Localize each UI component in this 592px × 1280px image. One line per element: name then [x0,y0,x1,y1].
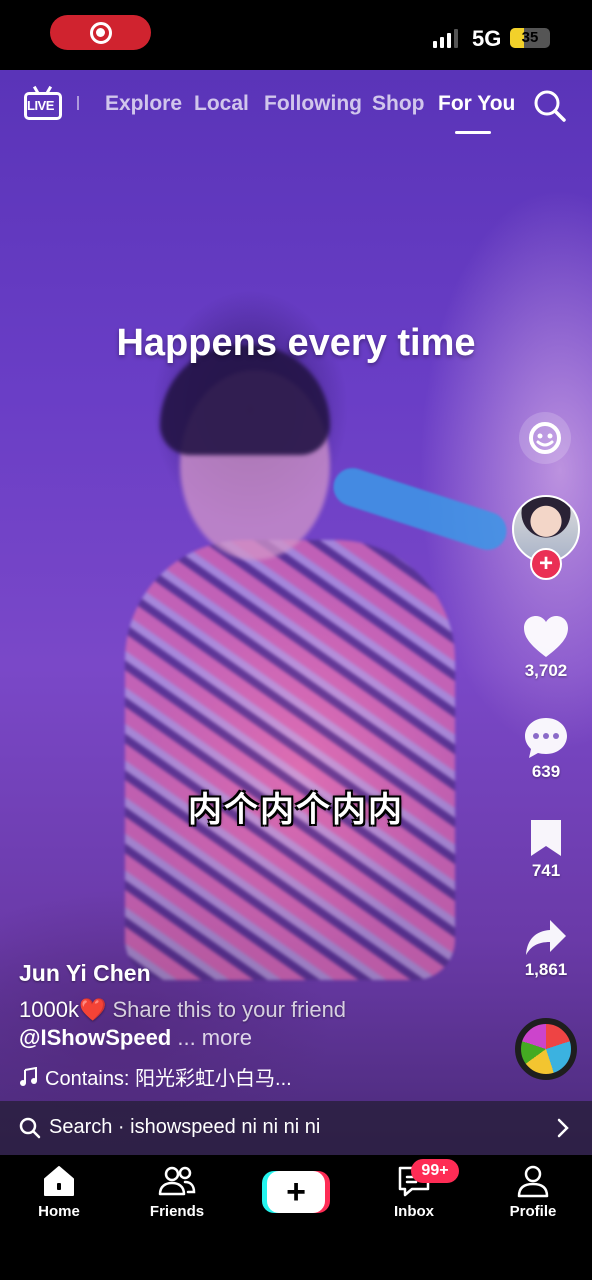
friends-icon [158,1166,196,1196]
tab-shop[interactable]: Shop [372,92,425,116]
create-button[interactable]: + [262,1171,330,1213]
comment-count: 639 [531,762,561,781]
tab-following[interactable]: Following [264,92,362,116]
status-bar: 5G 35 [0,0,592,70]
top-navigation: LIVE Explore Local Following Shop For Yo… [0,70,592,140]
like-count: 3,702 [524,661,568,680]
tab-home[interactable]: Home [4,1163,114,1220]
tab-explore[interactable]: Explore [105,92,182,116]
network-type: 5G [472,26,502,51]
save-button[interactable]: 741 [516,817,576,881]
battery-percent: 35 [521,29,539,46]
search-icon[interactable] [532,88,568,124]
friends-label: Friends [149,1203,205,1220]
save-count: 741 [531,861,561,880]
author-name[interactable]: Jun Yi Chen [19,960,151,987]
plus-icon: + [267,1171,325,1213]
search-suggestion-text: Search · ishowspeed ni ni ni ni [49,1116,321,1138]
profile-label: Profile [509,1203,557,1220]
record-icon [89,21,112,44]
search-small-icon [19,1117,41,1139]
home-label: Home [38,1203,80,1220]
sound-label: Contains: 阳光彩虹小白马... [45,1068,292,1090]
share-button[interactable]: 1,861 [516,918,576,980]
active-tab-indicator [455,131,491,134]
live-icon[interactable]: LIVE [24,85,62,122]
mention-link[interactable]: @IShowSpeed [19,1025,171,1050]
comment-icon [525,718,567,758]
tab-friends[interactable]: Friends [122,1163,232,1220]
video-overlay-title: Happens every time [116,322,476,364]
share-count: 1,861 [524,960,568,979]
share-arrow-icon [526,920,566,955]
like-button[interactable]: 3,702 [516,615,576,681]
bottom-tab-bar: Home Friends + Inbox 99+ Profile [0,1155,592,1280]
more-link[interactable]: ... more [171,1025,252,1050]
music-note-icon [20,1066,37,1086]
inbox-badge: 99+ [411,1159,459,1183]
chevron-right-icon [557,1118,569,1138]
video-subtitle: 内个内个内内 [188,790,404,830]
music-disc-icon[interactable] [515,1018,577,1080]
video-player[interactable] [0,70,592,1155]
follow-button[interactable]: + [530,548,562,580]
home-icon [44,1166,74,1196]
tab-local[interactable]: Local [194,92,249,116]
heart-emoji-icon: ❤️ [78,997,107,1022]
caption-text: Share this to your friend [106,997,347,1022]
comment-button[interactable]: 639 [516,716,576,782]
sound-info[interactable]: Contains: 阳光彩虹小白马... [19,1062,292,1091]
tab-for-you[interactable]: For You [438,92,515,116]
caption-count: 1000k [19,997,79,1022]
battery-icon: 35 [510,28,550,48]
bookmark-icon [531,820,561,856]
emoji-reaction-button[interactable] [519,412,571,464]
signal-strength-icon [433,28,458,48]
caption-mention-line: @IShowSpeed ... more [19,1025,252,1051]
tab-profile[interactable]: Profile [478,1163,588,1220]
inbox-label: Inbox [394,1203,434,1220]
post-caption[interactable]: 1000k❤️ Share this to your friend [19,997,346,1023]
profile-icon [517,1165,549,1198]
heart-icon [524,616,568,657]
screen-record-indicator[interactable] [50,15,151,50]
search-suggestion-bar[interactable]: Search · ishowspeed ni ni ni ni [0,1101,592,1155]
live-label: LIVE [27,98,54,113]
smiley-icon [529,422,561,454]
